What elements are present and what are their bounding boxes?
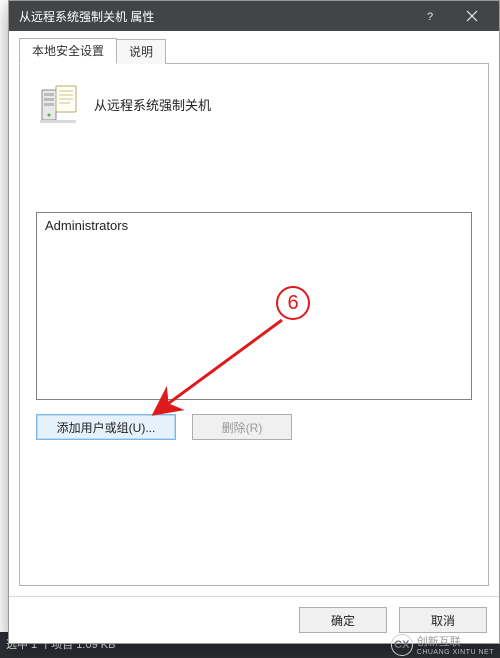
svg-text:?: ? bbox=[427, 11, 433, 22]
close-icon bbox=[466, 10, 478, 22]
properties-dialog: 从远程系统强制关机 属性 ? 本地安全设置 说明 bbox=[8, 0, 500, 644]
list-item-label: Administrators bbox=[45, 218, 128, 233]
dialog-client-area: 本地安全设置 说明 bbox=[9, 31, 499, 596]
tab-label: 说明 bbox=[129, 45, 153, 59]
tab-local-security-settings[interactable]: 本地安全设置 bbox=[19, 38, 117, 64]
button-label: 删除(R) bbox=[222, 421, 263, 435]
server-policy-icon bbox=[36, 82, 80, 126]
dialog-titlebar: 从远程系统强制关机 属性 ? bbox=[9, 1, 499, 31]
canvas: 选中 1 个项目 1.09 KB 从远程系统强制关机 属性 ? 本地安全设置 bbox=[0, 0, 500, 658]
dialog-title: 从远程系统强制关机 属性 bbox=[19, 8, 409, 25]
tab-panel-local-security: 从远程系统强制关机 Administrators 添加用户或组(U)... 删除… bbox=[19, 63, 489, 586]
button-label: 取消 bbox=[431, 614, 455, 628]
add-user-or-group-button[interactable]: 添加用户或组(U)... bbox=[36, 414, 176, 440]
policy-header: 从远程系统强制关机 bbox=[36, 82, 472, 126]
ok-button[interactable]: 确定 bbox=[299, 607, 387, 633]
button-label: 添加用户或组(U)... bbox=[57, 421, 156, 435]
help-button[interactable]: ? bbox=[409, 1, 451, 31]
close-button[interactable] bbox=[451, 1, 493, 31]
dialog-footer: 确定 取消 bbox=[9, 596, 499, 643]
remove-button: 删除(R) bbox=[192, 414, 292, 440]
tab-strip: 本地安全设置 说明 bbox=[19, 39, 489, 63]
list-item[interactable]: Administrators bbox=[43, 217, 465, 234]
button-label: 确定 bbox=[331, 614, 355, 628]
tab-explain[interactable]: 说明 bbox=[116, 39, 166, 64]
members-listbox[interactable]: Administrators bbox=[36, 212, 472, 400]
cancel-button[interactable]: 取消 bbox=[399, 607, 487, 633]
help-icon: ? bbox=[424, 10, 436, 22]
tab-label: 本地安全设置 bbox=[32, 44, 104, 58]
list-action-buttons: 添加用户或组(U)... 删除(R) bbox=[36, 414, 472, 440]
policy-title: 从远程系统强制关机 bbox=[94, 95, 211, 114]
